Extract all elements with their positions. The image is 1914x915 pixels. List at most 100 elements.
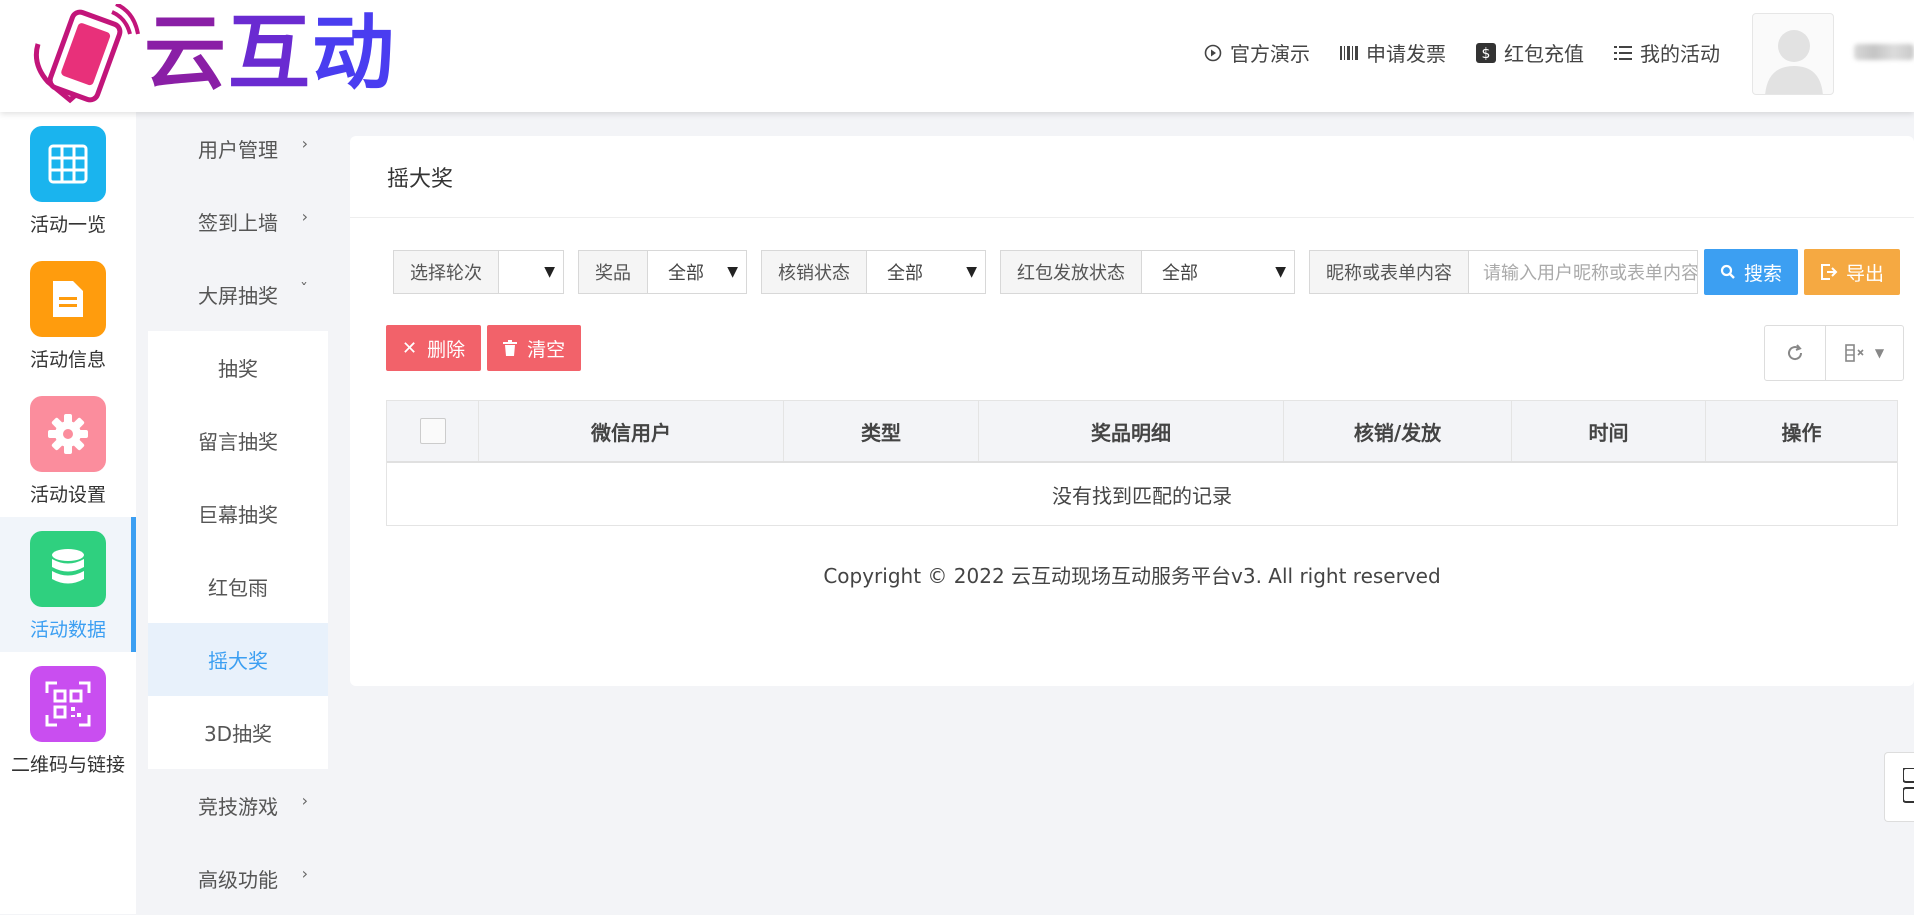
verify-filter-label: 核销状态 — [762, 251, 867, 293]
round-filter: 选择轮次 ▼ — [393, 250, 564, 294]
col-verify-issue[interactable]: 核销/发放 — [1284, 401, 1512, 461]
chevron-right-icon: › — [301, 207, 308, 226]
caret-down-icon: ▼ — [727, 264, 738, 280]
avatar[interactable] — [1752, 13, 1834, 95]
export-button[interactable]: 导出 — [1804, 249, 1901, 295]
chevron-right-icon: › — [301, 864, 308, 883]
nav-my-activities-link[interactable]: 我的活动 — [1614, 38, 1720, 67]
select-all-cell — [387, 401, 479, 461]
subnav-message-lottery[interactable]: 留言抽奖 — [148, 404, 328, 477]
filter-bar: 选择轮次 ▼ 奖品 全部 ▼ 核销状态 全部 ▼ 红包发放状态 全部 ▼ 昵称或表单内… — [393, 249, 1906, 295]
export-icon — [1821, 264, 1838, 280]
rail-label-activity-settings: 活动设置 — [29, 484, 106, 506]
play-circle-icon — [1204, 44, 1222, 61]
rail-item-activity-list[interactable]: 活动一览 — [0, 112, 136, 247]
subnav-giant-screen-lottery[interactable]: 巨幕抽奖 — [148, 477, 328, 550]
chevron-right-icon: › — [301, 134, 308, 153]
subnav-screen-lottery[interactable]: 大屏抽奖 ˇ — [148, 258, 328, 331]
round-filter-label: 选择轮次 — [394, 251, 499, 293]
prize-select[interactable]: 全部 ▼ — [648, 251, 746, 293]
top-header: 云互动 官方演示 申请发票 $ 红包充值 我的活动 — [0, 0, 1914, 112]
delete-button[interactable]: ✕ 删除 — [386, 325, 482, 371]
trash-icon — [503, 340, 518, 356]
rail-item-activity-settings[interactable]: 活动设置 — [0, 382, 136, 517]
barcode-icon — [1340, 45, 1358, 60]
rail-label-qrcode: 二维码与链接 — [10, 754, 125, 776]
list-icon — [1614, 45, 1632, 60]
nav-demo-link[interactable]: 官方演示 — [1204, 38, 1310, 67]
keyword-filter: 昵称或表单内容 请输入用户昵称或表单内容 — [1309, 250, 1698, 294]
grid-icon — [30, 126, 106, 202]
keyword-filter-label: 昵称或表单内容 — [1310, 251, 1469, 293]
col-prize-detail[interactable]: 奖品明细 — [979, 401, 1284, 461]
phone-logo-icon — [33, 4, 140, 104]
subnav-shake-prize[interactable]: 摇大奖 — [148, 623, 328, 696]
rail-item-activity-info[interactable]: 活动信息 — [0, 247, 136, 382]
verify-select[interactable]: 全部 ▼ — [867, 251, 985, 293]
nav-invoice-label: 申请发票 — [1366, 42, 1446, 66]
table-header: 微信用户 类型 奖品明细 核销/发放 时间 操作 — [387, 401, 1897, 463]
subnav-advanced-features[interactable]: 高级功能 › — [148, 842, 328, 915]
main-card: 摇大奖 选择轮次 ▼ 奖品 全部 ▼ 核销状态 全部 ▼ 红包发放状态 全部 ▼ 昵称… — [350, 136, 1914, 686]
subnav-red-packet-rain[interactable]: 红包雨 — [148, 550, 328, 623]
rail-label-activity-list: 活动一览 — [29, 214, 106, 236]
col-type[interactable]: 类型 — [784, 401, 979, 461]
keyword-input[interactable]: 请输入用户昵称或表单内容 — [1469, 251, 1697, 293]
columns-icon — [1845, 344, 1864, 362]
username-blurred[interactable] — [1854, 44, 1914, 60]
col-wechat-user[interactable]: 微信用户 — [479, 401, 784, 461]
caret-down-icon: ▼ — [544, 264, 555, 280]
records-table: 微信用户 类型 奖品明细 核销/发放 时间 操作 没有找到匹配的记录 — [386, 400, 1898, 526]
search-button[interactable]: 搜索 — [1704, 249, 1799, 295]
app-grid-icon — [1902, 767, 1914, 803]
sub-sidebar: 用户管理 › 签到上墙 › 大屏抽奖 ˇ 抽奖 留言抽奖 巨幕抽奖 红包雨 摇大奖 3… — [148, 112, 328, 914]
document-icon — [30, 261, 106, 337]
columns-toggle-button[interactable]: ▼ — [1825, 326, 1903, 380]
rail-label-activity-info: 活动信息 — [29, 349, 106, 371]
select-all-checkbox[interactable] — [419, 418, 446, 444]
empty-message: 没有找到匹配的记录 — [1052, 483, 1232, 508]
qrcode-icon — [30, 666, 106, 742]
col-actions[interactable]: 操作 — [1706, 401, 1897, 461]
dollar-icon: $ — [1476, 42, 1496, 63]
logo[interactable]: 云互动 — [30, 4, 396, 104]
gear-icon — [30, 396, 106, 472]
rail-item-qrcode[interactable]: 二维码与链接 — [0, 652, 136, 787]
prize-filter-label: 奖品 — [579, 251, 648, 293]
redpack-filter-label: 红包发放状态 — [1001, 251, 1142, 293]
subnav-3d-lottery[interactable]: 3D抽奖 — [148, 696, 328, 769]
caret-down-icon: ▼ — [1275, 264, 1286, 280]
rail-item-activity-data[interactable]: 活动数据 — [0, 517, 136, 652]
copyright: Copyright © 2022 云互动现场互动服务平台v3. All righ… — [823, 564, 1441, 588]
chevron-right-icon: › — [301, 791, 308, 810]
subnav-checkin-wall[interactable]: 签到上墙 › — [148, 185, 328, 258]
rail-label-activity-data: 活动数据 — [29, 619, 106, 641]
redpack-filter: 红包发放状态 全部 ▼ — [1000, 250, 1295, 294]
close-icon: ✕ — [402, 337, 418, 359]
page-title: 摇大奖 — [350, 136, 1914, 218]
nav-invoice-link[interactable]: 申请发票 — [1340, 38, 1446, 67]
chevron-down-icon: ˇ — [300, 280, 308, 299]
subnav-user-management[interactable]: 用户管理 › — [148, 112, 328, 185]
clear-button[interactable]: 清空 — [487, 325, 582, 371]
floating-side-tab[interactable] — [1884, 752, 1914, 822]
caret-down-icon: ▼ — [966, 264, 977, 280]
search-icon — [1720, 264, 1735, 279]
svg-text:$: $ — [1482, 46, 1491, 62]
caret-down-icon: ▼ — [1874, 346, 1885, 360]
logo-text: 云互动 — [144, 6, 397, 101]
round-select[interactable]: ▼ — [499, 251, 563, 293]
subnav-lottery[interactable]: 抽奖 — [148, 331, 328, 404]
subnav-competitive-games[interactable]: 竞技游戏 › — [148, 769, 328, 842]
col-time[interactable]: 时间 — [1512, 401, 1706, 461]
icon-rail: 活动一览 活动信息 活动设置 活动数据 二维码与链接 — [0, 112, 136, 914]
database-icon — [30, 531, 106, 607]
user-silhouette-icon — [1765, 30, 1823, 94]
refresh-button[interactable] — [1765, 326, 1825, 380]
redpack-select[interactable]: 全部 ▼ — [1142, 251, 1294, 293]
refresh-icon — [1788, 344, 1803, 361]
nav-recharge-link[interactable]: $ 红包充值 — [1476, 38, 1584, 67]
prize-filter: 奖品 全部 ▼ — [578, 250, 747, 294]
top-nav: 官方演示 申请发票 $ 红包充值 我的活动 — [1204, 38, 1720, 67]
verify-filter: 核销状态 全部 ▼ — [761, 250, 986, 294]
